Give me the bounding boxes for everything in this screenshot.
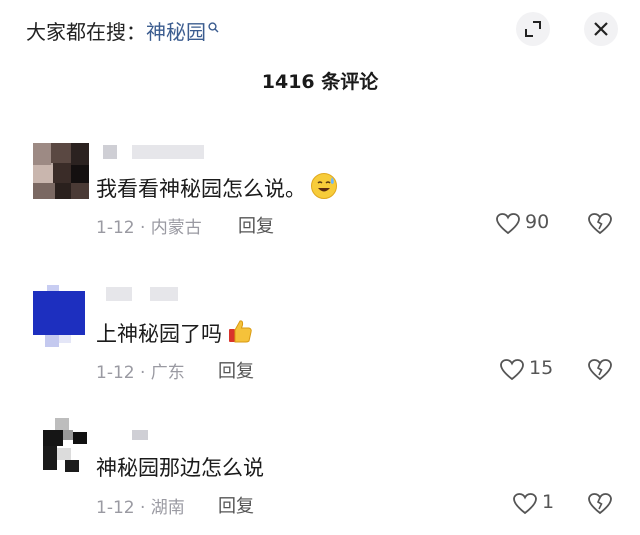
username-blurred <box>106 287 132 301</box>
username-blurred <box>103 145 117 159</box>
comment-meta: 1-12 · 湖南 <box>96 498 185 518</box>
comment-item: 上神秘园了吗 1-12 · 广东 回复 15 <box>0 285 640 385</box>
comment-meta: 1-12 · 内蒙古 <box>96 218 202 238</box>
search-suggestion[interactable]: 大家都在搜：神秘园 <box>26 16 219 45</box>
dislike-button[interactable] <box>587 491 613 517</box>
username-blurred <box>132 145 204 159</box>
reply-button[interactable]: 回复 <box>218 492 254 518</box>
comment-item: 神秘园那边怎么说 1-12 · 湖南 回复 1 <box>0 418 640 528</box>
close-button[interactable] <box>584 12 618 46</box>
broken-heart-icon <box>588 359 612 381</box>
username-blurred <box>132 430 148 440</box>
thumbs-up-emoji <box>226 317 254 350</box>
comment-count: 1416 条评论 <box>261 71 379 93</box>
comment-text: 上神秘园了吗 <box>96 318 254 352</box>
like-button[interactable]: 15 <box>499 357 559 383</box>
like-button[interactable]: 1 <box>512 491 558 517</box>
dislike-button[interactable] <box>587 357 613 383</box>
comment-meta: 1-12 · 广东 <box>96 363 185 383</box>
close-icon <box>594 22 608 36</box>
avatar[interactable] <box>33 418 89 474</box>
username-blurred <box>150 287 178 301</box>
heart-icon <box>496 213 520 235</box>
dislike-button[interactable] <box>587 211 613 237</box>
like-count: 90 <box>525 211 550 233</box>
search-keyword[interactable]: 神秘园 <box>146 20 206 44</box>
search-prefix: 大家都在搜： <box>26 20 146 44</box>
comment-text: 神秘园那边怎么说 <box>96 456 264 480</box>
broken-heart-icon <box>588 493 612 515</box>
sweat-smile-emoji <box>310 172 338 205</box>
broken-heart-icon <box>588 213 612 235</box>
avatar[interactable] <box>33 285 89 347</box>
comment-item: 我看看神秘园怎么说。 1-12 · 内蒙古 回复 90 <box>0 140 640 240</box>
expand-button[interactable] <box>516 12 550 46</box>
expand-icon <box>525 21 541 37</box>
like-button[interactable]: 90 <box>495 211 555 237</box>
heart-icon <box>500 359 524 381</box>
search-icon <box>208 14 219 33</box>
like-count: 1 <box>542 491 555 513</box>
like-count: 15 <box>529 357 554 379</box>
avatar[interactable] <box>33 143 89 199</box>
reply-button[interactable]: 回复 <box>238 212 274 238</box>
comment-text: 我看看神秘园怎么说。 <box>96 172 338 207</box>
comments-header: 大家都在搜：神秘园 <box>0 0 640 60</box>
reply-button[interactable]: 回复 <box>218 357 254 383</box>
heart-icon <box>513 493 537 515</box>
